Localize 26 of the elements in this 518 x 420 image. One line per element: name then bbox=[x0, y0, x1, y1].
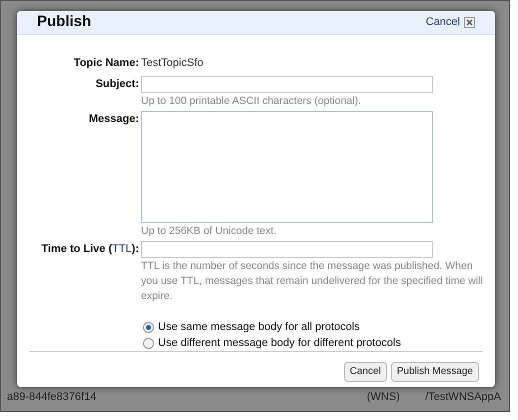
field-label: Subject: bbox=[94, 76, 140, 92]
option-label: Use same message body for all protocols bbox=[158, 320, 360, 334]
field-label: Topic Name: bbox=[72, 56, 140, 70]
dialog-title: Publish bbox=[37, 12, 92, 32]
field-hint: Up to 256KB of Unicode text. bbox=[141, 224, 278, 238]
table-cell-text: (WNS) bbox=[366, 390, 401, 405]
subject-field[interactable] bbox=[141, 76, 433, 92]
radio-option[interactable]: Use different message body for different protocols bbox=[143, 336, 495, 350]
message-field[interactable] bbox=[141, 110, 433, 222]
topic-name-value: TestTopicSfo bbox=[141, 56, 204, 70]
field-label: Message: bbox=[88, 112, 140, 126]
radio-button[interactable] bbox=[143, 338, 154, 348]
field-label: Time to Live (TTL): bbox=[40, 242, 140, 256]
table-cell-text: a89-844fe8376f14 bbox=[7, 390, 98, 405]
table-cell-text: /TestWNSAppA bbox=[425, 390, 502, 405]
ttl-link[interactable]: TTL bbox=[112, 242, 132, 254]
publish-message-button[interactable]: Publish Message bbox=[390, 362, 479, 382]
ttl-field[interactable] bbox=[141, 240, 433, 258]
cancel-button[interactable]: Cancel bbox=[344, 362, 387, 382]
field-hint: TTL is the number of seconds since the message was published. When you use TTL, messages that remain undelivered for the specified time will expire. bbox=[141, 258, 484, 304]
close-icon[interactable] bbox=[464, 16, 475, 28]
radio-option[interactable]: Use same message body for all protocols bbox=[143, 320, 495, 334]
cancel-link[interactable]: Cancel bbox=[426, 14, 460, 30]
option-label: Use different message body for different protocols bbox=[158, 336, 401, 350]
field-hint: Up to 100 printable ASCII characters (optional). bbox=[141, 94, 362, 108]
radio-button[interactable] bbox=[143, 322, 154, 332]
